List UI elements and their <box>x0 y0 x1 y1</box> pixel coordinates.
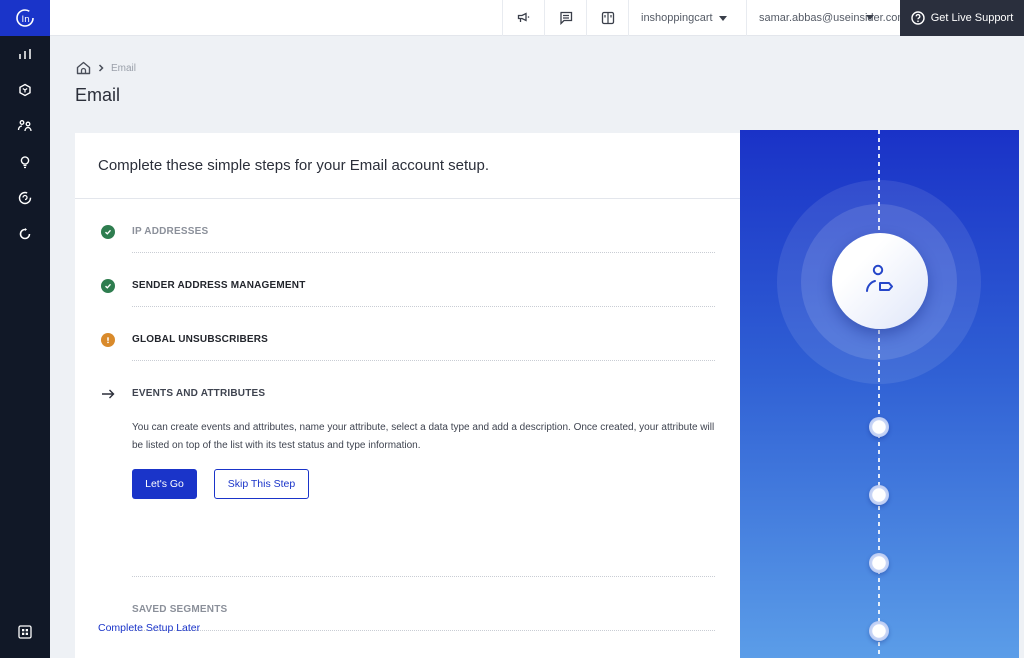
setup-heading: Complete these simple steps for your Ema… <box>75 133 740 199</box>
step-label: GLOBAL UNSUBSCRIBERS <box>132 334 269 345</box>
get-live-support-button[interactable]: Get Live Support <box>900 0 1024 36</box>
announcement-icon <box>517 12 529 22</box>
setup-steps: IP ADDRESSES SENDER ADDRESS MANAGEMENT G… <box>75 199 740 631</box>
chevron-down-icon <box>866 15 874 20</box>
step-label: SENDER ADDRESS MANAGEMENT <box>132 280 306 291</box>
journey-icon <box>18 191 32 205</box>
svg-text:In: In <box>22 15 30 25</box>
chevron-right-icon <box>98 64 104 72</box>
account-name: inshoppingcart <box>641 12 713 24</box>
sidebar-item-apps[interactable] <box>0 620 50 644</box>
help-icon <box>911 11 925 25</box>
apps-grid-icon <box>18 625 32 639</box>
check-circle-icon <box>101 225 115 239</box>
announcements-button[interactable] <box>502 0 544 36</box>
step-label: SAVED SEGMENTS <box>132 604 228 615</box>
step-node <box>869 553 889 573</box>
user-attribute-icon <box>866 264 893 292</box>
breadcrumb: Email <box>76 61 136 75</box>
book-icon <box>601 11 614 25</box>
step-node <box>869 417 889 437</box>
step-sender-address-management[interactable]: SENDER ADDRESS MANAGEMENT <box>75 253 740 307</box>
setup-illustration <box>740 130 1019 658</box>
step-node <box>869 621 889 641</box>
refresh-icon <box>19 228 31 240</box>
lets-go-button[interactable]: Let's Go <box>132 469 197 499</box>
complete-setup-later-link[interactable]: Complete Setup Later <box>98 622 200 634</box>
step-label: IP ADDRESSES <box>132 226 209 237</box>
step-description: You can create events and attributes, na… <box>132 422 715 451</box>
skip-step-button[interactable]: Skip This Step <box>214 469 309 499</box>
step-global-unsubscribers[interactable]: GLOBAL UNSUBSCRIBERS <box>75 307 740 361</box>
page-title: Email <box>75 85 121 105</box>
current-step-badge <box>832 233 928 329</box>
user-email: samar.abbas@useinsider.com <box>759 12 900 24</box>
account-selector[interactable]: inshoppingcart <box>628 0 746 36</box>
logo-icon: In <box>16 9 34 27</box>
divider <box>132 630 715 631</box>
warning-circle-icon <box>101 333 115 347</box>
step-node <box>869 485 889 505</box>
sidebar-item-refresh[interactable] <box>0 216 50 252</box>
audience-icon <box>17 120 32 132</box>
documentation-button[interactable] <box>586 0 628 36</box>
sidebar: In <box>0 0 50 658</box>
insider-logo[interactable]: In <box>0 0 50 36</box>
chevron-down-icon <box>718 15 727 21</box>
idea-icon <box>20 156 30 169</box>
setup-card: Complete these simple steps for your Ema… <box>75 133 740 658</box>
product-icon <box>19 83 31 97</box>
messages-button[interactable] <box>544 0 586 36</box>
step-label: EVENTS AND ATTRIBUTES <box>132 388 266 399</box>
sidebar-item-ideas[interactable] <box>0 144 50 180</box>
user-menu[interactable]: samar.abbas@useinsider.com <box>746 0 900 36</box>
arrow-right-icon <box>101 387 115 401</box>
breadcrumb-current: Email <box>111 62 137 74</box>
check-circle-icon <box>101 279 115 293</box>
sidebar-item-journey[interactable] <box>0 180 50 216</box>
sidebar-item-product[interactable] <box>0 72 50 108</box>
chat-icon <box>559 11 572 25</box>
step-ip-addresses[interactable]: IP ADDRESSES <box>75 199 740 253</box>
analytics-icon <box>19 49 31 59</box>
sidebar-item-analytics[interactable] <box>0 36 50 72</box>
support-label: Get Live Support <box>930 12 1014 24</box>
step-events-and-attributes: EVENTS AND ATTRIBUTES You can create eve… <box>75 361 740 577</box>
top-bar: inshoppingcart samar.abbas@useinsider.co… <box>50 0 1024 36</box>
home-icon[interactable] <box>76 61 91 75</box>
sidebar-item-audience[interactable] <box>0 108 50 144</box>
